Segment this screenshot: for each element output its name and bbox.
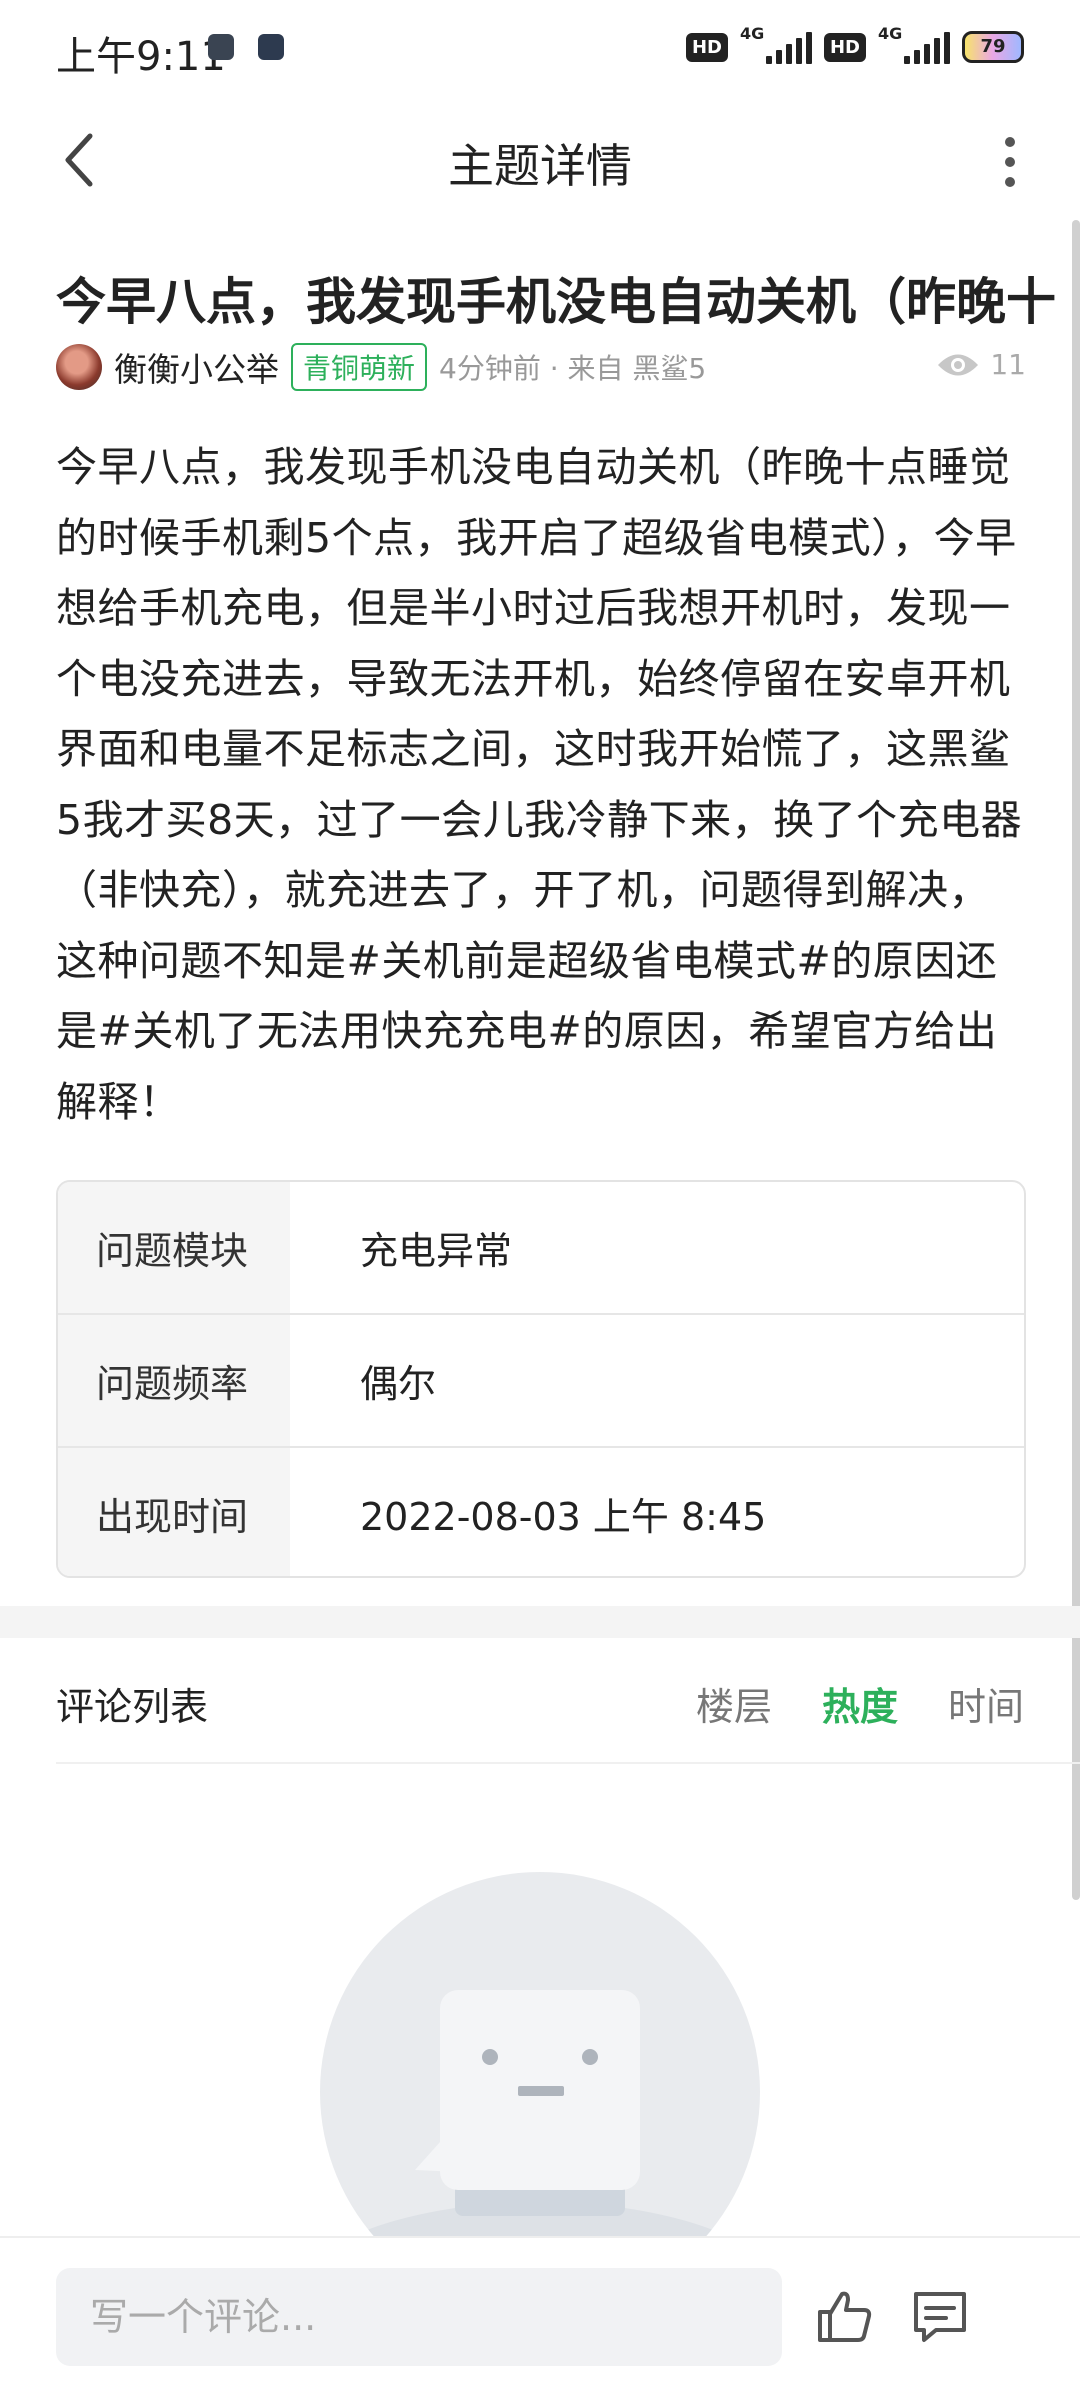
info-label: 出现时间 bbox=[58, 1448, 290, 1576]
hd-icon-2: HD bbox=[823, 32, 866, 62]
avatar[interactable] bbox=[56, 344, 102, 390]
status-time: 上午9:11 bbox=[56, 34, 226, 80]
views-count: 11 bbox=[936, 348, 1026, 381]
info-label: 问题频率 bbox=[58, 1315, 290, 1446]
status-right: HD 4G HD 4G 79 bbox=[685, 24, 1024, 64]
post-body: 今早八点，我发现手机没电自动关机（昨晚十点睡觉的时候手机剩5个点，我开启了超级省… bbox=[56, 443, 1023, 1126]
info-row: 问题模块 充电异常 bbox=[58, 1182, 1024, 1315]
battery-icon: 79 bbox=[962, 31, 1024, 63]
tab-hot[interactable]: 热度 bbox=[822, 1676, 898, 1731]
more-vertical-icon[interactable] bbox=[980, 122, 1040, 202]
signal-icon: 4G bbox=[740, 24, 812, 64]
tab-time[interactable]: 时间 bbox=[948, 1676, 1024, 1731]
network-type-2: 4G bbox=[878, 24, 903, 43]
notification-app-icon bbox=[208, 34, 234, 60]
network-type: 4G bbox=[739, 24, 765, 43]
bottom-comment-bar bbox=[0, 2236, 1080, 2402]
comments-title: 评论列表 bbox=[56, 1685, 209, 1729]
post-title: 今早八点，我发现手机没电自动关机（昨晚十 bbox=[56, 273, 1056, 331]
issue-info-table: 问题模块 充电异常 问题频率 偶尔 出现时间 2022-08-03 上午 8:4… bbox=[56, 1180, 1026, 1578]
user-level-badge: 青铜萌新 bbox=[291, 343, 428, 391]
hd-icon: HD bbox=[685, 32, 728, 62]
comment-icon[interactable] bbox=[908, 2284, 972, 2348]
info-value: 2022-08-03 上午 8:45 bbox=[360, 1495, 767, 1539]
post-time-source: 4分钟前 · 来自 黑鲨5 bbox=[439, 352, 707, 385]
tab-floor[interactable]: 楼层 bbox=[696, 1676, 772, 1731]
author-name[interactable]: 衡衡小公举 bbox=[114, 343, 279, 391]
notification-shield-icon bbox=[258, 34, 284, 60]
signal-icon-2: 4G bbox=[878, 24, 950, 64]
app-bar: 主题详情 bbox=[0, 100, 1080, 220]
status-bar: 上午9:11 HD 4G HD 4G 79 bbox=[0, 0, 1080, 100]
post-meta: 衡衡小公举 青铜萌新 4分钟前 · 来自 黑鲨5 11 bbox=[56, 342, 1026, 392]
thumbs-up-icon[interactable] bbox=[812, 2284, 876, 2348]
info-label: 问题模块 bbox=[58, 1182, 290, 1313]
info-value: 偶尔 bbox=[360, 1362, 437, 1406]
info-value: 充电异常 bbox=[360, 1229, 513, 1273]
comments-header: 评论列表 楼层 热度 时间 bbox=[56, 1670, 1024, 1740]
eye-icon bbox=[938, 354, 979, 375]
page-title: 主题详情 bbox=[448, 139, 632, 193]
comment-sort-tabs: 楼层 热度 时间 bbox=[696, 1676, 1024, 1731]
views-number: 11 bbox=[990, 348, 1026, 381]
scrollbar[interactable] bbox=[1072, 220, 1080, 1900]
section-divider bbox=[0, 1606, 1080, 1638]
info-row: 问题频率 偶尔 bbox=[58, 1315, 1024, 1448]
info-row: 出现时间 2022-08-03 上午 8:45 bbox=[58, 1448, 1024, 1576]
comment-input[interactable] bbox=[56, 2268, 782, 2366]
comments-divider bbox=[56, 1762, 1080, 1764]
